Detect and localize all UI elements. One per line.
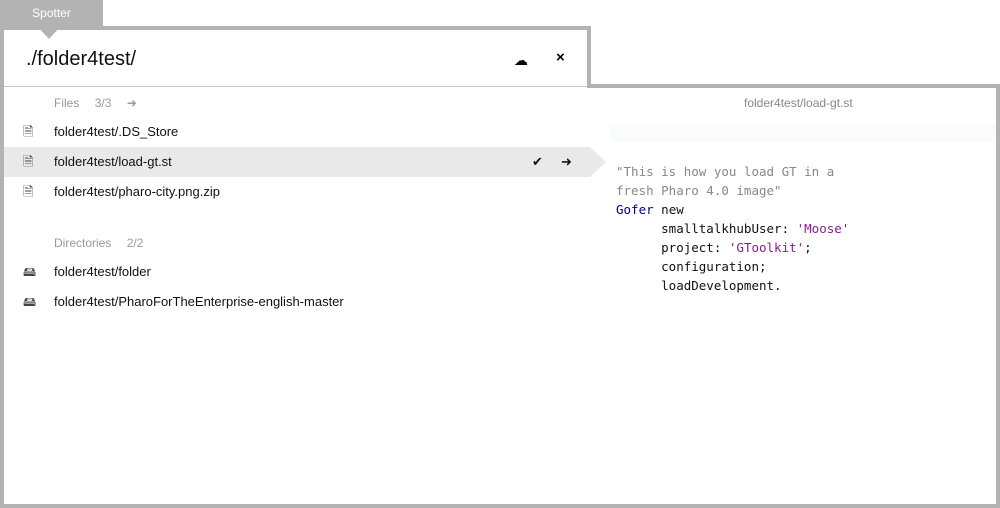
item-label: folder4test/folder: [54, 264, 151, 279]
category-count: 3/3: [94, 96, 112, 110]
item-label: folder4test/pharo-city.png.zip: [54, 184, 220, 199]
list-item[interactable]: 🗎 folder4test/pharo-city.png.zip: [4, 177, 590, 207]
tab-notch: [38, 27, 60, 39]
preview-band: [610, 125, 996, 142]
list-item[interactable]: 🖴 folder4test/folder: [4, 257, 590, 287]
arrow-right-icon[interactable]: ➜: [561, 154, 572, 169]
item-label: folder4test/PharoForTheEnterprise-englis…: [54, 294, 344, 309]
cloud-icon[interactable]: ☁: [514, 52, 528, 69]
category-files: Files 3/3 ➜: [54, 96, 149, 110]
folder-icon: 🖴: [23, 294, 37, 309]
item-label: folder4test/.DS_Store: [54, 124, 179, 139]
item-label: folder4test/load-gt.st: [54, 154, 172, 169]
search-header: ./folder4test/ ☁ ×: [0, 26, 591, 88]
category-count: 2/2: [126, 236, 144, 250]
list-item-selected[interactable]: 🗎 folder4test/load-gt.st ✔ ➜: [4, 147, 606, 177]
folder-icon: 🖴: [23, 264, 37, 279]
preview-title: folder4test/load-gt.st: [744, 96, 853, 110]
category-label: Files: [54, 96, 80, 110]
list-item[interactable]: 🖴 folder4test/PharoForTheEnterprise-engli…: [4, 287, 590, 317]
list-item[interactable]: 🗎 folder4test/.DS_Store: [4, 117, 590, 147]
category-label: Directories: [54, 236, 112, 250]
file-icon: 🗎: [23, 124, 34, 139]
category-directories: Directories 2/2: [54, 236, 155, 250]
code-preview: "This is how you load GT in a fresh Phar…: [616, 164, 850, 293]
file-icon: 🗎: [23, 154, 34, 169]
file-icon: 🗎: [23, 184, 34, 199]
check-icon[interactable]: ✔: [532, 154, 543, 169]
close-icon[interactable]: ×: [556, 49, 565, 66]
search-input[interactable]: ./folder4test/: [26, 48, 136, 71]
spotter-tab[interactable]: Spotter: [0, 0, 103, 27]
dive-in-arrow-icon[interactable]: ➜: [127, 96, 137, 110]
divider: [4, 86, 587, 87]
